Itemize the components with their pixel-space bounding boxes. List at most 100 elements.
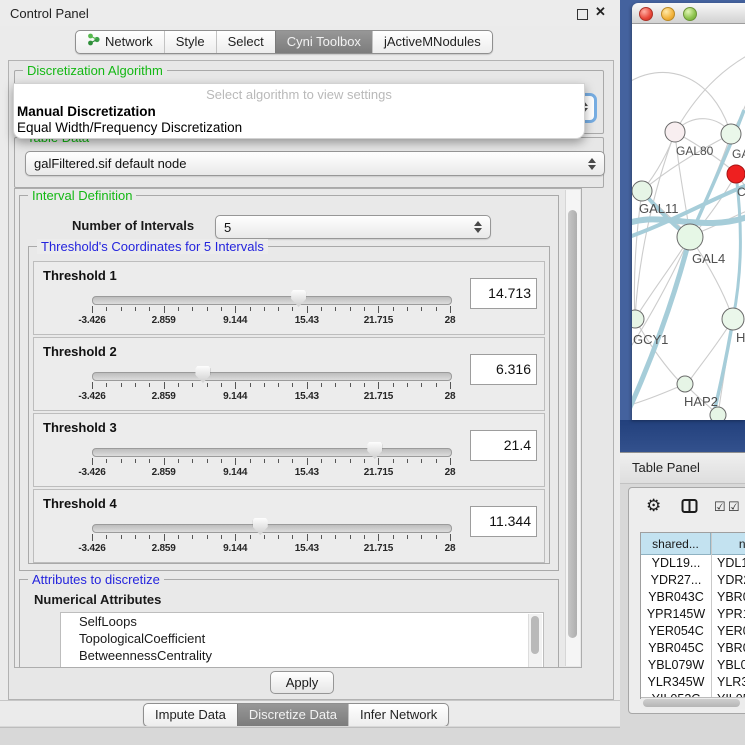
slider-tick	[350, 535, 351, 539]
slider-tick-label: -3.426	[78, 543, 105, 554]
table-data-combobox[interactable]: galFiltered.sif default node	[25, 151, 605, 176]
table-row[interactable]: YBR045CYBR04	[641, 640, 745, 657]
slider-tick	[436, 307, 437, 311]
minimize-traffic-light-icon[interactable]	[661, 7, 675, 21]
tab-cyni-toolbox[interactable]: Cyni Toolbox	[275, 31, 372, 53]
slider-track[interactable]	[92, 372, 452, 381]
slider-tick	[378, 458, 379, 465]
float-window-icon[interactable]	[577, 9, 588, 20]
checkbox-icon[interactable]: ☑	[714, 499, 726, 515]
slider-tick	[278, 307, 279, 311]
gear-icon[interactable]: ⚙	[646, 496, 661, 516]
table-panel-title: Table Panel	[632, 460, 700, 475]
network-node[interactable]	[721, 124, 741, 144]
split-columns-icon[interactable]	[681, 498, 698, 515]
tab-select[interactable]: Select	[216, 31, 275, 53]
checkbox-icon[interactable]: ☑	[728, 499, 740, 515]
table-header-na[interactable]: na	[711, 533, 745, 555]
network-node-label: C	[737, 185, 745, 199]
tab-label: jActiveMNodules	[384, 31, 481, 53]
slider-tick	[221, 307, 222, 311]
table-row[interactable]: YLR345WYLR34	[641, 674, 745, 691]
slider-tick	[335, 383, 336, 387]
slider-tick	[292, 383, 293, 387]
network-node[interactable]	[677, 224, 703, 250]
slider-tick	[192, 307, 193, 311]
threshold-value-field[interactable]: 6.316	[470, 354, 537, 385]
network-node[interactable]	[632, 310, 644, 328]
network-canvas[interactable]: GAL80GACGAL11GAL4GCY1HHAP2	[632, 24, 745, 420]
slider-tick-label: 15.43	[295, 391, 319, 402]
network-node[interactable]	[665, 122, 685, 142]
tab-style[interactable]: Style	[164, 31, 216, 53]
table-data-group: Table Data galFiltered.sif default node	[14, 137, 604, 188]
slider-tick-label: 28	[445, 467, 456, 478]
number-of-intervals-combobox[interactable]: 5	[215, 215, 491, 239]
threshold-value-field[interactable]: 11.344	[470, 506, 537, 537]
threshold-value-field[interactable]: 14.713	[470, 278, 537, 309]
threshold-panel-1: Threshold 1-3.4262.8599.14415.4321.71528…	[33, 261, 545, 335]
tab-label: Impute Data	[155, 704, 226, 726]
slider-tick	[292, 459, 293, 463]
network-node[interactable]	[727, 165, 745, 183]
tab-network[interactable]: Network	[76, 31, 164, 53]
tab-label: Cyni Toolbox	[287, 31, 361, 53]
close-icon[interactable]: ✕	[595, 4, 606, 20]
table-horizontal-scrollbar-thumb[interactable]	[643, 699, 740, 707]
list-scrollbar-thumb[interactable]	[531, 616, 539, 654]
tab-impute-data[interactable]: Impute Data	[144, 704, 237, 726]
slider-tick	[192, 535, 193, 539]
slider-tick	[292, 307, 293, 311]
network-window-titlebar[interactable]	[632, 3, 745, 24]
attribute-list-item[interactable]: BetweennessCentrality	[61, 647, 543, 664]
node-attribute-table[interactable]: shared...na YDL19...YDL19YDR27...YDR27YB…	[640, 532, 745, 699]
table-row[interactable]: YDL19...YDL19	[641, 555, 745, 572]
tab-discretize-data[interactable]: Discretize Data	[237, 704, 348, 726]
attribute-list-item[interactable]: TopologicalCoefficient	[61, 630, 543, 647]
close-traffic-light-icon[interactable]	[639, 7, 653, 21]
table-row[interactable]: YER054CYER05	[641, 623, 745, 640]
vertical-scrollbar[interactable]	[565, 190, 580, 666]
vertical-scrollbar-thumb[interactable]	[568, 210, 577, 638]
network-window-frame-bottom	[620, 420, 745, 452]
slider-tick	[407, 383, 408, 387]
slider-tick	[307, 458, 308, 465]
list-scrollbar[interactable]	[528, 614, 542, 668]
network-node[interactable]	[677, 376, 693, 392]
slider-tick	[407, 535, 408, 539]
algorithm-option-manual-discretization[interactable]: Manual Discretization	[17, 104, 156, 119]
table-row[interactable]: YBR043CYBR04	[641, 589, 745, 606]
table-horizontal-scrollbar[interactable]	[641, 697, 745, 709]
network-node[interactable]	[632, 181, 652, 201]
slider-tick	[307, 382, 308, 389]
slider-track[interactable]	[92, 296, 452, 305]
tab-infer-network[interactable]: Infer Network	[348, 704, 448, 726]
tab-jactivemnodules[interactable]: jActiveMNodules	[372, 31, 492, 53]
attribute-list-item[interactable]: SelfLoops	[61, 613, 543, 630]
table-header-shared-[interactable]: shared...	[641, 533, 711, 555]
slider-tick	[393, 459, 394, 463]
slider-tick	[250, 383, 251, 387]
network-node[interactable]	[722, 308, 744, 330]
slider-tick	[207, 459, 208, 463]
threshold-value-field[interactable]: 21.4	[470, 430, 537, 461]
slider-tick	[321, 535, 322, 539]
slider-track[interactable]	[92, 524, 452, 533]
slider-tick	[450, 382, 451, 389]
numerical-attributes-list[interactable]: SelfLoopsTopologicalCoefficientBetweenne…	[60, 612, 544, 668]
slider-tick	[436, 383, 437, 387]
slider-tick	[393, 307, 394, 311]
algorithm-option-equal-width-frequency-discretization[interactable]: Equal Width/Frequency Discretization	[17, 120, 242, 135]
slider-track[interactable]	[92, 448, 452, 457]
table-row[interactable]: YBL079WYBL07	[641, 657, 745, 674]
slider-tick	[378, 306, 379, 313]
table-row[interactable]: YPR145WYPR14	[641, 606, 745, 623]
slider-tick-label: 9.144	[223, 391, 247, 402]
zoom-traffic-light-icon[interactable]	[683, 7, 697, 21]
threshold-label: Threshold 3	[43, 420, 117, 435]
table-row[interactable]: YDR27...YDR27	[641, 572, 745, 589]
slider-tick	[164, 458, 165, 465]
slider-tick	[450, 534, 451, 541]
network-edge	[675, 54, 745, 132]
apply-button[interactable]: Apply	[270, 671, 334, 694]
